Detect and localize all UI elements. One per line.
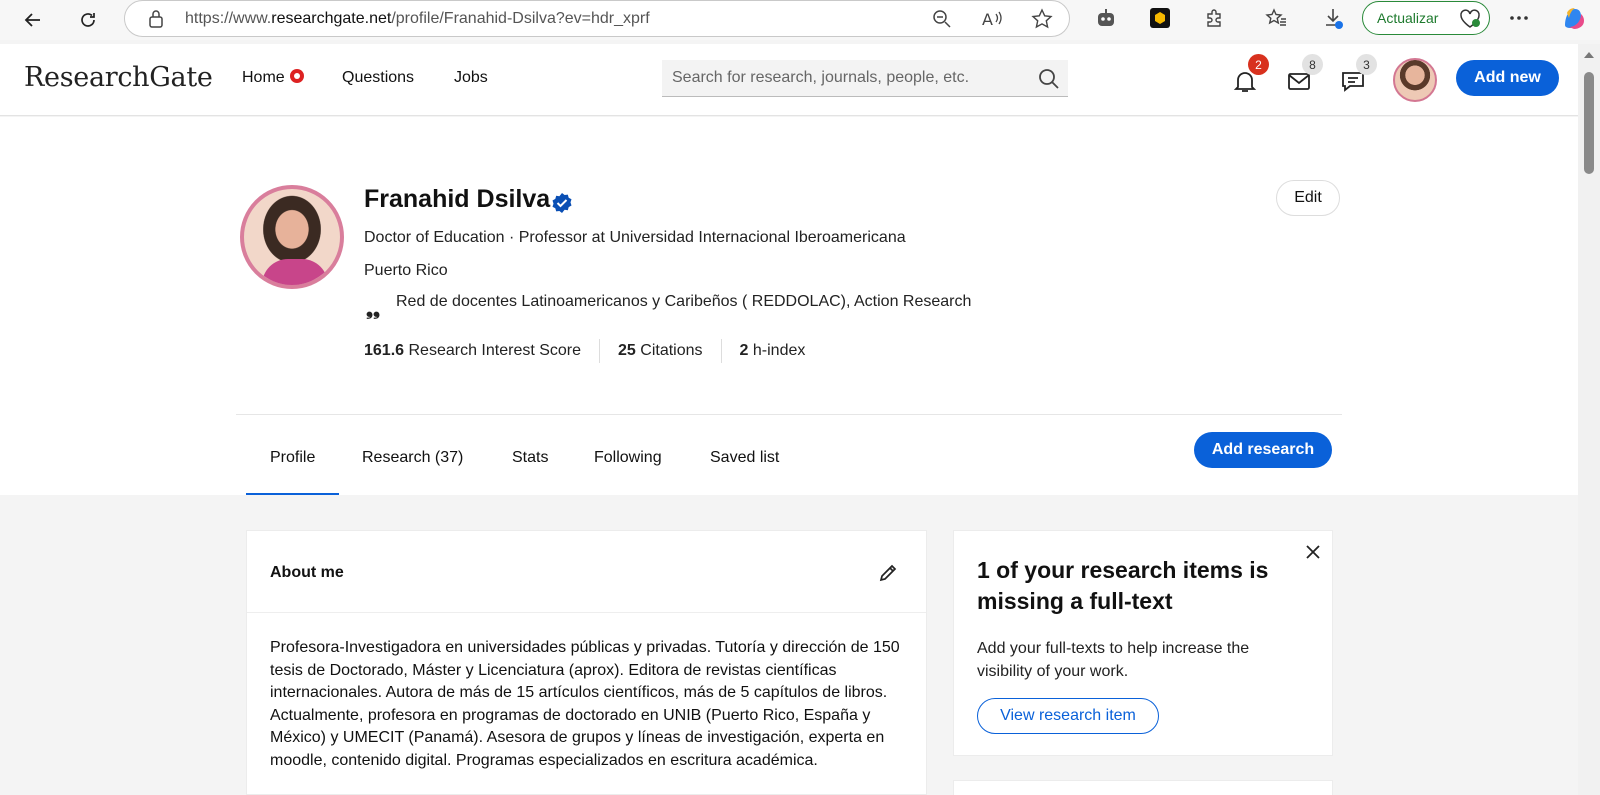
page-scrollbar[interactable] [1578, 44, 1600, 795]
back-arrow-icon [24, 13, 40, 27]
verified-badge-icon [552, 193, 572, 213]
reload-button[interactable] [72, 4, 104, 36]
cube-extension-icon[interactable] [1149, 7, 1171, 29]
site-header: ResearchGate Home Questions Jobs 2 8 3 A… [0, 44, 1578, 116]
nav-home[interactable]: Home [242, 69, 304, 87]
stat-research-interest[interactable]: 161.6 Research Interest Score [364, 342, 581, 360]
about-text: Profesora-Investigadora en universidades… [270, 639, 900, 769]
search-input[interactable] [662, 60, 1022, 95]
nav-questions[interactable]: Questions [342, 69, 414, 87]
user-avatar[interactable] [1393, 58, 1437, 102]
researchgate-logo[interactable]: ResearchGate [24, 62, 213, 93]
profile-name: Franahid Dsilva [364, 185, 551, 213]
downloads-icon[interactable] [1322, 7, 1344, 29]
update-label: Actualizar [1377, 10, 1439, 26]
messages-button[interactable]: 8 [1286, 54, 1323, 94]
heart-health-icon [1460, 9, 1480, 28]
tab-profile[interactable]: Profile [270, 449, 315, 467]
tab-following[interactable]: Following [594, 449, 662, 467]
view-research-item-button[interactable]: View research item [977, 698, 1159, 734]
more-options-icon[interactable] [1508, 7, 1530, 29]
profile-photo[interactable] [240, 185, 344, 289]
chat-button[interactable]: 3 [1340, 54, 1377, 94]
copilot-icon[interactable] [1560, 5, 1586, 31]
notifications-button[interactable]: 2 [1232, 54, 1269, 94]
messages-badge: 8 [1302, 54, 1323, 75]
scroll-thumb[interactable] [1584, 72, 1594, 174]
tab-saved-list[interactable]: Saved list [710, 449, 779, 467]
nav-jobs[interactable]: Jobs [454, 69, 488, 87]
missing-fulltext-card: 1 of your research items is missing a fu… [953, 530, 1333, 756]
address-bar[interactable]: https://www.researchgate.net/profile/Fra… [124, 0, 1070, 37]
stat-h-index[interactable]: 2 h-index [740, 342, 806, 360]
add-research-button[interactable]: Add research [1194, 432, 1332, 468]
svg-text:A: A [982, 10, 993, 29]
header-divider [236, 414, 1342, 415]
pencil-edit-icon[interactable] [877, 562, 899, 584]
about-title: About me [270, 564, 344, 581]
next-card [953, 780, 1333, 795]
favorites-collection-icon[interactable] [1265, 7, 1287, 29]
nav-home-label: Home [242, 69, 285, 86]
browser-toolbar: https://www.researchgate.net/profile/Fra… [0, 0, 1600, 40]
add-new-button[interactable]: Add new [1456, 60, 1559, 96]
profile-location: Puerto Rico [364, 262, 448, 279]
stat-citations[interactable]: 25 Citations [618, 342, 703, 360]
scroll-up-arrow-icon[interactable] [1584, 52, 1594, 58]
robot-extension-icon[interactable] [1095, 7, 1117, 29]
back-button[interactable] [17, 4, 49, 36]
tab-research[interactable]: Research (37) [362, 449, 463, 467]
about-header: About me [247, 531, 926, 613]
quote-icon: ❟❟ [366, 299, 381, 319]
profile-interests: Red de docentes Latinoamericanos y Carib… [396, 293, 972, 310]
fulltext-card-text: Add your full-texts to help increase the… [977, 640, 1250, 680]
edit-profile-button[interactable]: Edit [1276, 180, 1340, 216]
profile-stats: 161.6 Research Interest Score 25 Citatio… [364, 339, 805, 363]
chat-badge: 3 [1356, 54, 1377, 75]
fulltext-card-title: 1 of your research items is missing a fu… [977, 557, 1269, 614]
about-me-card: About me Profesora-Investigadora en univ… [246, 530, 927, 795]
zoom-out-icon[interactable] [931, 8, 953, 30]
notifications-badge: 2 [1248, 54, 1269, 75]
url-text: https://www.researchgate.net/profile/Fra… [185, 10, 650, 27]
search-box [662, 60, 1068, 97]
home-notification-dot-icon [289, 69, 304, 83]
profile-headline: Doctor of Education · Professor at Unive… [364, 229, 906, 246]
profile-header: Franahid Dsilva Edit Doctor of Education… [0, 117, 1578, 495]
read-aloud-icon[interactable]: A [981, 8, 1003, 30]
search-icon[interactable] [1038, 68, 1060, 90]
update-browser-button[interactable]: Actualizar [1362, 1, 1490, 35]
tab-stats[interactable]: Stats [512, 449, 548, 467]
reload-icon [81, 13, 95, 27]
lock-icon [149, 10, 163, 28]
close-icon[interactable] [1304, 543, 1322, 561]
favorite-star-icon[interactable] [1031, 8, 1053, 30]
puzzle-extensions-icon[interactable] [1203, 7, 1225, 29]
active-tab-indicator [246, 493, 339, 495]
